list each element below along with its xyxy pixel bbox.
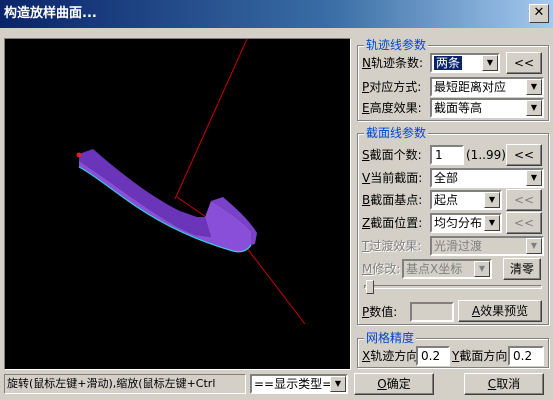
chevron-down-icon: ▼ <box>484 192 500 208</box>
section-position-select[interactable]: 均匀分布 ▼ <box>430 213 502 233</box>
match-mode-value: 最短距离对应 <box>434 80 507 94</box>
match-mode-select[interactable]: 最短距离对应 ▼ <box>430 77 544 97</box>
status-hint: 旋转(鼠标左键+滑动),缩放(鼠标左键+Ctrl <box>4 374 246 394</box>
height-effect-label: E高度效果: <box>362 101 422 115</box>
section-base-label: B截面基点: <box>362 193 423 207</box>
chevron-down-icon: ▼ <box>526 238 542 254</box>
current-section-value: 全部 <box>434 171 459 185</box>
param-value-input <box>410 302 454 322</box>
axis-line-lower <box>239 238 306 325</box>
section-count-button[interactable]: << <box>506 144 542 166</box>
axis-line-vertical <box>174 39 248 200</box>
traj-direction-input[interactable]: 0.2 <box>416 346 450 366</box>
chevron-down-icon: ▼ <box>482 55 498 71</box>
trajectory-count-select[interactable]: 两条 ▼ <box>430 53 500 73</box>
match-mode-label: P对应方式: <box>362 80 422 94</box>
chevron-down-icon: ▼ <box>484 215 500 231</box>
section-position-value: 均匀分布 <box>434 216 483 230</box>
modify-select: 基点X坐标 ▼ <box>402 259 492 279</box>
chevron-down-icon: ▼ <box>330 376 346 392</box>
mesh-group-title: 网格精度 <box>364 331 417 345</box>
reset-button[interactable]: 清零 <box>503 258 541 280</box>
transition-effect-select: 光滑过渡 ▼ <box>430 236 544 256</box>
trajectory-count-label: N轨迹条数: <box>362 56 424 70</box>
chevron-down-icon: ▼ <box>526 100 542 116</box>
section-position-button: << <box>506 212 542 234</box>
modify-slider-thumb[interactable] <box>366 280 374 294</box>
trajectory-group-title: 轨迹线参数 <box>364 38 429 52</box>
ok-button[interactable]: O确定 <box>354 373 434 395</box>
section-count-input[interactable]: 1 <box>430 145 464 165</box>
height-effect-value: 截面等高 <box>434 101 483 115</box>
section-count-label: S截面个数: <box>362 148 422 162</box>
section-position-label: Z截面位置: <box>362 216 423 230</box>
chevron-down-icon: ▼ <box>526 79 542 95</box>
section-base-button: << <box>506 189 542 211</box>
transition-effect-value: 光滑过渡 <box>434 239 483 253</box>
start-point-marker <box>76 152 82 158</box>
preview-button[interactable]: A效果预览 <box>458 300 542 322</box>
display-type-select[interactable]: ==显示类型== ▼ <box>250 374 348 394</box>
height-effect-select[interactable]: 截面等高 ▼ <box>430 98 544 118</box>
current-section-label: V当前截面: <box>362 171 423 185</box>
section-count-range: (1..99) <box>466 148 506 162</box>
loft-surface-preview <box>76 39 306 325</box>
display-type-value: ==显示类型== <box>254 377 343 391</box>
section-base-value: 起点 <box>434 193 459 207</box>
param-value-label: P数值: <box>362 305 398 319</box>
trajectory-count-button[interactable]: << <box>506 52 542 74</box>
modify-value: 基点X坐标 <box>406 262 463 276</box>
chevron-down-icon: ▼ <box>474 261 490 277</box>
current-section-select[interactable]: 全部 ▼ <box>430 168 544 188</box>
transition-effect-label: T过渡效果: <box>362 239 422 253</box>
modify-label: M修改: <box>362 262 401 276</box>
cancel-button[interactable]: C取消 <box>464 373 544 395</box>
sect-direction-input[interactable]: 0.2 <box>508 346 544 366</box>
section-group-title: 截面线参数 <box>364 126 429 140</box>
window-title: 构造放样曲面... <box>4 6 97 21</box>
title-bar: 构造放样曲面... ✕ <box>0 0 553 28</box>
traj-direction-label: X轨迹方向 <box>362 349 419 363</box>
sect-direction-label: Y截面方向 <box>452 349 508 363</box>
preview-viewport[interactable] <box>4 38 351 370</box>
close-icon[interactable]: ✕ <box>529 4 549 23</box>
chevron-down-icon: ▼ <box>526 170 542 186</box>
modify-slider-track <box>364 285 542 289</box>
section-base-select[interactable]: 起点 ▼ <box>430 190 502 210</box>
trajectory-count-value: 两条 <box>434 56 463 70</box>
